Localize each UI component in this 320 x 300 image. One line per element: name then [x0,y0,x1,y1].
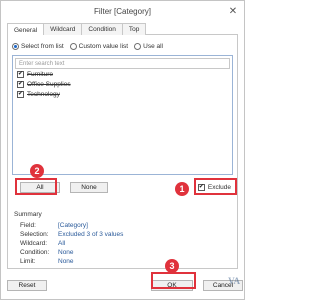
title-bar: Filter [Category] ✕ [1,1,244,21]
summary-value: None [58,258,74,265]
callout-badge: 2 [30,164,44,178]
item-label: Furniture [27,70,54,78]
radio-label: Custom value list [78,42,129,50]
none-button[interactable]: None [70,181,108,193]
summary-key: Field: [20,222,36,229]
selection-mode-group: Select from list Custom value list Use a… [12,41,233,51]
radio-use-all[interactable]: Use all [134,42,163,50]
exclude-highlight [194,178,237,195]
summary-section: Summary Field: [Category] Selection: Exc… [14,211,231,266]
reset-button[interactable]: Reset [7,280,47,291]
radio-label: Use all [143,42,163,50]
close-icon[interactable]: ✕ [226,4,240,18]
checkbox-checked-icon[interactable]: ✔ [17,80,24,88]
tab-wildcard[interactable]: Wildcard [43,23,83,35]
list-item[interactable]: ✔ Technology [13,89,232,99]
radio-select-from-list[interactable]: Select from list [12,42,64,50]
summary-key: Selection: [20,231,49,238]
summary-row: Wildcard: All [14,239,231,248]
dialog-title: Filter [Category] [94,6,151,16]
item-label: Technology [27,90,60,98]
radio-custom-value-list[interactable]: Custom value list [69,42,129,50]
logo-watermark: VA [228,276,240,286]
summary-row: Limit: None [14,257,231,266]
radio-label: Select from list [21,42,64,50]
radio-empty-icon [69,42,77,50]
list-item[interactable]: ✔ Office Supplies [13,79,232,89]
checkbox-checked-icon[interactable]: ✔ [17,70,24,78]
general-panel: Select from list Custom value list Use a… [7,35,238,269]
summary-row: Condition: None [14,248,231,257]
item-label: Office Supplies [27,80,71,88]
all-button-highlight [15,178,57,195]
callout-badge: 3 [165,259,179,273]
summary-value: Excluded 3 of 3 values [58,231,124,238]
radio-empty-icon [134,42,142,50]
callout-badge: 1 [175,182,189,196]
summary-row: Field: [Category] [14,221,231,230]
summary-value: All [58,240,66,247]
summary-title: Summary [14,211,42,218]
summary-value: [Category] [58,222,88,229]
summary-key: Wildcard: [20,240,48,247]
search-input[interactable]: Enter search text [15,58,230,69]
radio-selected-icon [12,42,19,50]
list-item[interactable]: ✔ Furniture [13,69,232,79]
summary-value: None [58,249,74,256]
summary-key: Limit: [20,258,36,265]
tab-top[interactable]: Top [121,23,147,35]
tab-condition[interactable]: Condition [81,23,123,35]
ok-button-highlight [151,272,196,289]
summary-row: Selection: Excluded 3 of 3 values [14,230,231,239]
value-list: Enter search text ✔ Furniture ✔ Office S… [12,55,233,175]
filter-dialog: Filter [Category] ✕ General Wildcard Con… [0,0,245,300]
checkbox-checked-icon[interactable]: ✔ [17,90,24,98]
tab-bar: General Wildcard Condition Top [7,23,238,36]
dialog-footer: Reset OK Cancel [1,269,244,299]
summary-key: Condition: [20,249,50,256]
